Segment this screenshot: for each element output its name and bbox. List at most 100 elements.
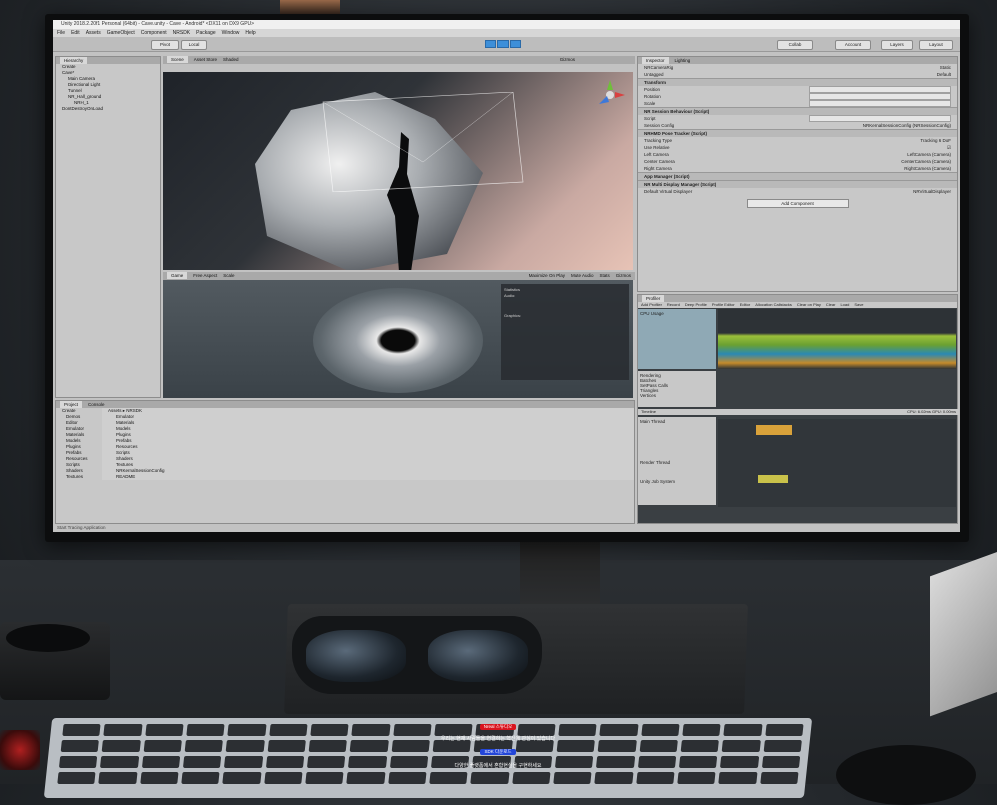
editor-dropdown[interactable]: Editor bbox=[740, 302, 750, 308]
rendering-module[interactable]: Rendering Batches SetPass Calls Triangle… bbox=[638, 371, 716, 407]
file-readme[interactable]: README bbox=[102, 474, 634, 480]
tab-asset-store[interactable]: Asset Store bbox=[194, 56, 217, 63]
cpu-usage-graph[interactable] bbox=[718, 309, 956, 369]
layer-dropdown[interactable]: Default bbox=[937, 71, 951, 78]
computer-mouse bbox=[836, 745, 976, 805]
menu-package[interactable]: Package bbox=[196, 29, 215, 37]
center-camera-field[interactable]: CenterCamera (Camera) bbox=[901, 158, 951, 165]
local-button[interactable]: Local bbox=[181, 40, 207, 50]
shading-mode[interactable]: Shaded bbox=[223, 56, 239, 63]
display-aspect[interactable]: Free Aspect bbox=[193, 272, 217, 279]
record-toggle[interactable]: Record bbox=[667, 302, 680, 308]
menu-gameobject[interactable]: GameObject bbox=[107, 29, 135, 37]
job-system-label[interactable]: Unity Job System bbox=[640, 479, 714, 484]
clear-button[interactable]: Clear bbox=[826, 302, 836, 308]
tag-dropdown[interactable]: Untagged bbox=[644, 71, 664, 78]
main-thread-label[interactable]: Main Thread bbox=[640, 419, 714, 424]
caption-badge-sdk[interactable]: SDK 다운로드 bbox=[480, 749, 516, 755]
right-camera-field[interactable]: RightCamera (Camera) bbox=[904, 165, 951, 172]
cpu-usage-module[interactable]: CPU Usage bbox=[638, 309, 716, 369]
caption-badge-row-2: SDK 다운로드 bbox=[398, 749, 598, 755]
static-toggle[interactable]: Static bbox=[940, 64, 951, 71]
transform-header[interactable]: Transform bbox=[638, 78, 957, 86]
breadcrumb-assets[interactable]: Assets bbox=[108, 408, 122, 413]
stats-toggle[interactable]: Stats bbox=[599, 272, 609, 279]
play-button[interactable] bbox=[485, 40, 497, 48]
multi-display-header[interactable]: NR Multi Display Manager (Script) bbox=[638, 180, 957, 188]
game-gizmos[interactable]: Gizmos bbox=[616, 272, 635, 279]
allocation-callstacks[interactable]: Allocation Callstacks bbox=[755, 302, 792, 308]
tab-profiler[interactable]: Profiler bbox=[642, 295, 665, 302]
pose-tracker-header[interactable]: NRHMD Pose Tracker (Script) bbox=[638, 129, 957, 137]
menu-edit[interactable]: Edit bbox=[71, 29, 80, 37]
folder-textures[interactable]: Textures bbox=[56, 474, 102, 480]
step-button[interactable] bbox=[509, 40, 521, 48]
profile-editor-toggle[interactable]: Profile Editor bbox=[712, 302, 735, 308]
timeline-dropdown[interactable]: Timeline bbox=[641, 409, 656, 415]
app-manager-header[interactable]: App Manager (Script) bbox=[638, 172, 957, 180]
scene-viewport[interactable] bbox=[163, 72, 633, 270]
tab-inspector[interactable]: Inspector bbox=[642, 57, 669, 64]
tab-console[interactable]: Console bbox=[88, 401, 105, 408]
timeline-block[interactable] bbox=[756, 425, 792, 435]
session-behaviour-header[interactable]: NR Session Behaviour (Script) bbox=[638, 107, 957, 115]
game-scale[interactable]: Scale bbox=[223, 272, 234, 279]
tab-hierarchy[interactable]: Hierarchy bbox=[60, 57, 88, 64]
breadcrumb-nrsdk[interactable]: NRSDK bbox=[126, 408, 142, 413]
left-camera-field[interactable]: LeftCamera (Camera) bbox=[907, 151, 951, 158]
scene-gizmo-icon[interactable] bbox=[593, 78, 627, 112]
add-profiler[interactable]: Add Profiler bbox=[641, 302, 662, 308]
menu-help[interactable]: Help bbox=[245, 29, 255, 37]
layers-button[interactable]: Layers bbox=[881, 40, 913, 50]
clear-on-play[interactable]: Clear on Play bbox=[797, 302, 821, 308]
deep-profile-toggle[interactable]: Deep Profile bbox=[685, 302, 707, 308]
menu-window[interactable]: Window bbox=[222, 29, 240, 37]
menu-file[interactable]: File bbox=[57, 29, 65, 37]
timeline-block[interactable] bbox=[758, 475, 788, 483]
right-camera-label: Right Camera bbox=[644, 166, 672, 171]
window-title: Unity 2018.2.20f1 Personal (64bit) - Cav… bbox=[53, 20, 960, 29]
menu-component[interactable]: Component bbox=[141, 29, 167, 37]
hierarchy-item-dontdestroy[interactable]: DontDestroyOnLoad bbox=[56, 106, 160, 112]
project-folder-tree: Create Demos Editor Emulator Materials M… bbox=[56, 408, 102, 480]
tab-scene[interactable]: Scene bbox=[167, 56, 188, 63]
game-viewport[interactable]: Statistics Audio: Graphics: bbox=[163, 280, 633, 398]
caption-badge-row-1: Nreal 스튜디오 bbox=[398, 724, 598, 730]
menu-nrsdk[interactable]: NRSDK bbox=[173, 29, 191, 37]
tracking-type-dropdown[interactable]: Tracking 6 DoF bbox=[920, 137, 951, 144]
collab-button[interactable]: Collab bbox=[777, 40, 813, 50]
load-button[interactable]: Load bbox=[840, 302, 849, 308]
red-light bbox=[0, 730, 40, 770]
tab-project[interactable]: Project bbox=[60, 401, 83, 408]
scene-gizmos[interactable]: Gizmos bbox=[560, 56, 635, 63]
position-field[interactable] bbox=[809, 86, 951, 93]
menu-assets[interactable]: Assets bbox=[86, 29, 101, 37]
ar-glasses bbox=[292, 616, 542, 694]
tracking-type-label: Tracking Type bbox=[644, 138, 673, 143]
session-config-field[interactable]: NRKernalSessionConfig (NRSessionConfig) bbox=[863, 122, 951, 129]
mute-audio[interactable]: Mute Audio bbox=[571, 272, 594, 279]
tab-game[interactable]: Game bbox=[167, 272, 188, 279]
script-field[interactable] bbox=[809, 115, 951, 122]
tab-lighting[interactable]: Lighting bbox=[675, 57, 691, 64]
render-thread-label[interactable]: Render Thread bbox=[640, 460, 714, 465]
scale-field[interactable] bbox=[809, 100, 951, 107]
maximize-on-play[interactable]: Maximize On Play bbox=[529, 272, 565, 279]
timeline-view[interactable] bbox=[718, 419, 956, 507]
account-button[interactable]: Account bbox=[835, 40, 871, 50]
add-component-button[interactable]: Add Component bbox=[746, 199, 849, 208]
layout-button[interactable]: Layout bbox=[919, 40, 953, 50]
center-camera-label: Center Camera bbox=[644, 159, 675, 164]
status-bar: Start Tracing Application bbox=[57, 525, 106, 530]
default-display-field[interactable]: NRVirtualDisplayer bbox=[913, 188, 951, 195]
caption-badge-studio[interactable]: Nreal 스튜디오 bbox=[479, 724, 517, 730]
pause-button[interactable] bbox=[497, 40, 509, 48]
save-button[interactable]: Save bbox=[854, 302, 863, 308]
rotation-field[interactable] bbox=[809, 93, 951, 100]
profiler-toolbar: Add Profiler Record Deep Profile Profile… bbox=[638, 302, 957, 308]
pivot-button[interactable]: Pivot bbox=[151, 40, 179, 50]
rotation-label: Rotation bbox=[644, 94, 661, 99]
project-panel: Project Console Create Demos Editor Emul… bbox=[55, 400, 635, 524]
object-name[interactable]: NRCameraRig bbox=[644, 64, 673, 71]
use-relative-checkbox[interactable]: ☑ bbox=[947, 144, 951, 151]
